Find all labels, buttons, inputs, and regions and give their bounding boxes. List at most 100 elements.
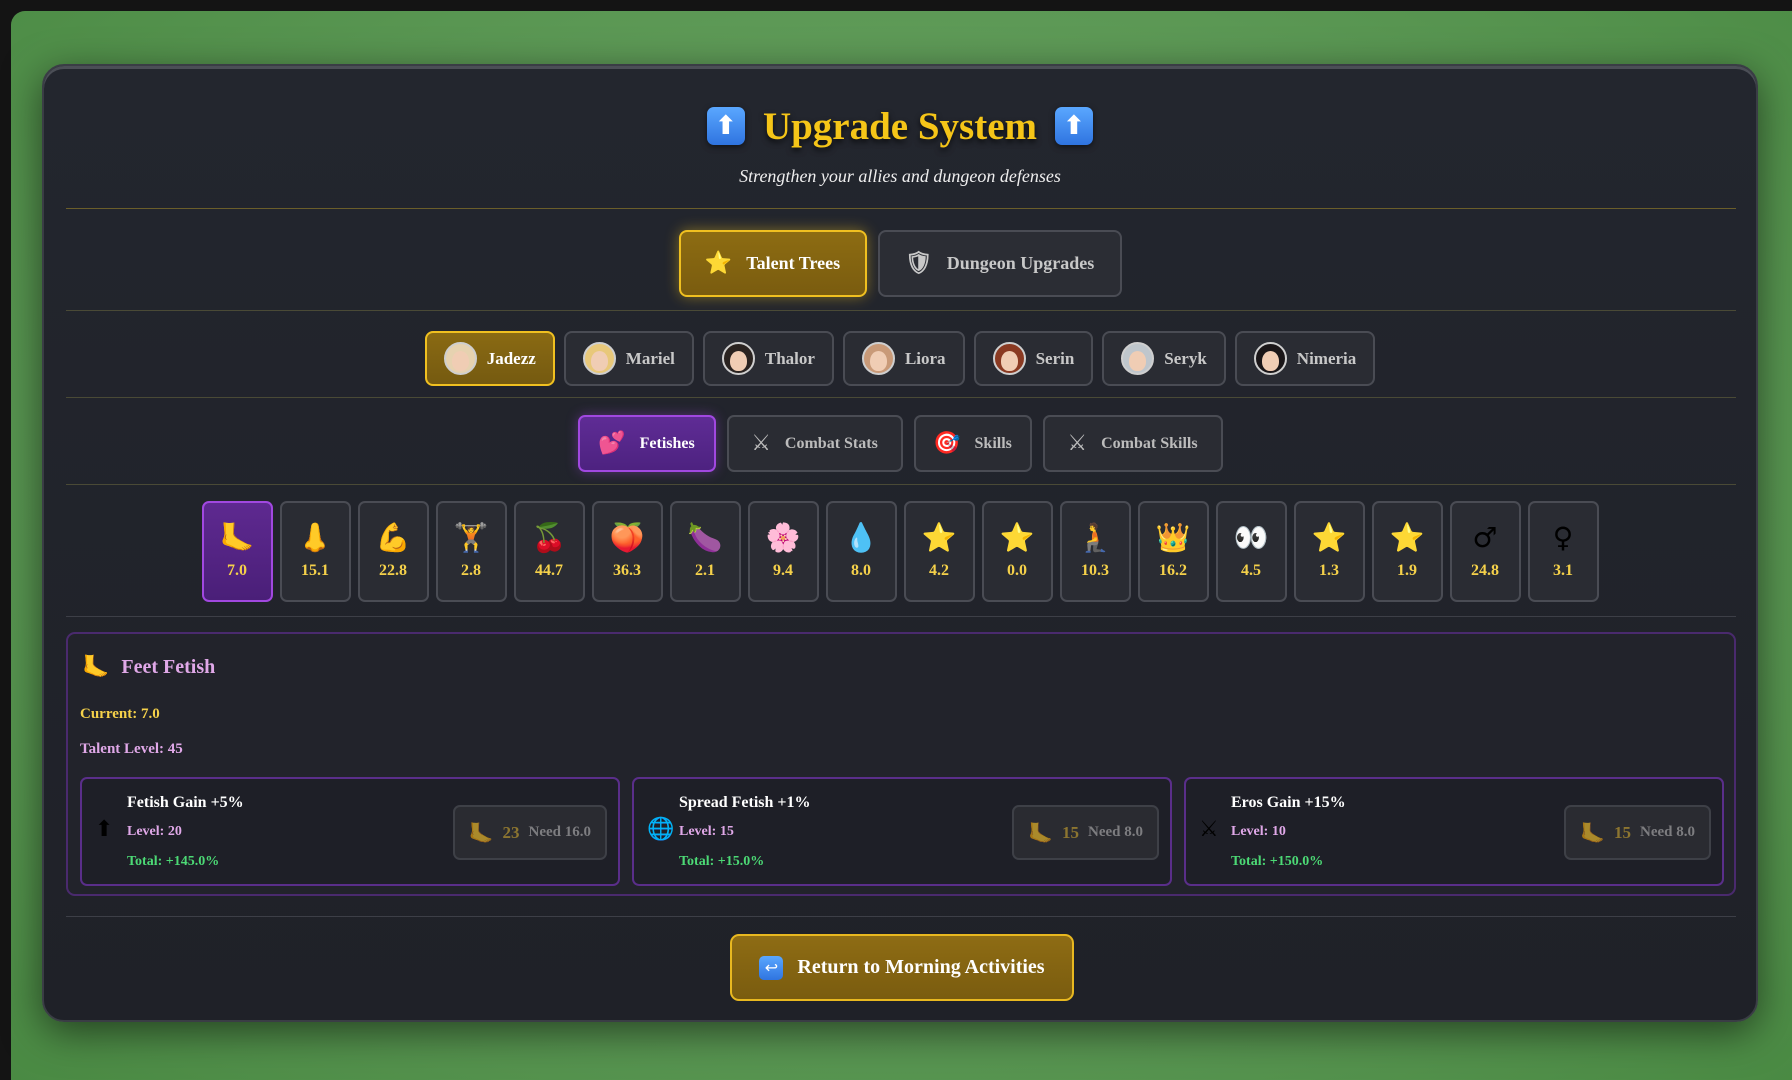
character-name: Thalor <box>764 348 815 368</box>
foot-icon: 🦶 <box>1028 820 1053 845</box>
upgrade-cost: 15 <box>1614 822 1631 842</box>
crossed-swords-icon: ⚔ <box>751 430 771 456</box>
fetish-value: 24.8 <box>1471 561 1499 579</box>
fetish-tile[interactable]: 🍆 2.1 <box>669 501 741 602</box>
upgrade-button[interactable]: 🦶 15 Need 8.0 <box>1564 805 1711 860</box>
character-serin[interactable]: Serin <box>973 331 1094 386</box>
fetish-tile[interactable]: ♂ 24.8 <box>1449 501 1521 602</box>
subtab-combat-skills[interactable]: ⚔ Combat Skills <box>1042 415 1223 472</box>
character-thalor[interactable]: Thalor <box>702 331 834 386</box>
fetish-tile[interactable]: 👑 16.2 <box>1137 501 1209 602</box>
avatar <box>992 342 1026 375</box>
divider <box>66 310 1736 311</box>
character-mariel[interactable]: Mariel <box>563 331 694 386</box>
fetish-tile[interactable]: 🍑 36.3 <box>591 501 663 602</box>
avatar-face <box>451 350 469 371</box>
fetish-tile[interactable]: 👀 4.5 <box>1215 501 1287 602</box>
fetish-tile[interactable]: 🍒 44.7 <box>513 501 585 602</box>
fetish-tile[interactable]: 🌸 9.4 <box>747 501 819 602</box>
fetish-value: 3.1 <box>1553 561 1573 579</box>
fetish-tile[interactable]: ⭐ 1.9 <box>1371 501 1443 602</box>
tab-talent-trees[interactable]: ⭐ Talent Trees <box>678 230 867 297</box>
return-button[interactable]: ↩ Return to Morning Activities <box>730 934 1074 1001</box>
fetish-value: 36.3 <box>613 561 641 579</box>
fetish-tile[interactable]: 🧎 10.3 <box>1059 501 1131 602</box>
subtab-label: Skills <box>974 434 1012 452</box>
fetish-tile[interactable]: ⭐ 0.0 <box>981 501 1053 602</box>
avatar <box>1253 342 1287 375</box>
tab-dungeon-upgrades[interactable]: 🛡 Dungeon Upgrades <box>877 230 1122 297</box>
avatar <box>1121 342 1155 375</box>
character-name: Serin <box>1035 348 1075 368</box>
fetish-value: 4.5 <box>1241 561 1261 579</box>
fetish-value: 16.2 <box>1159 561 1187 579</box>
divider <box>66 916 1736 917</box>
upgrade-button[interactable]: 🦶 15 Need 8.0 <box>1012 805 1159 860</box>
weightlifter-icon: 🏋 <box>453 520 489 554</box>
subtab-label: Combat Stats <box>784 434 878 452</box>
fetish-value: 0.0 <box>1007 561 1027 579</box>
fetish-value: 7.0 <box>227 561 247 579</box>
female-sign-icon: ♀ <box>1552 520 1574 554</box>
divider <box>66 397 1736 398</box>
divider <box>66 208 1736 209</box>
upgrade-level: Level: 20 <box>127 824 182 839</box>
subtab-fetishes[interactable]: 💕 Fetishes <box>577 415 716 472</box>
character-name: Seryk <box>1164 348 1207 368</box>
fetish-tile[interactable]: ⭐ 1.3 <box>1293 501 1365 602</box>
fetish-value: 1.9 <box>1397 561 1417 579</box>
fetish-value: 2.1 <box>695 561 715 579</box>
peach-icon: 🍑 <box>609 520 645 554</box>
avatar-face <box>1129 350 1147 371</box>
upgrade-button[interactable]: 🦶 23 Need 16.0 <box>452 805 607 860</box>
character-liora[interactable]: Liora <box>842 331 965 386</box>
upgrade-total: Total: +150.0% <box>1231 854 1324 869</box>
foot-icon: 🦶 <box>219 520 255 554</box>
return-label: Return to Morning Activities <box>797 956 1045 978</box>
character-jadezz[interactable]: Jadezz <box>424 331 555 386</box>
upgrade-need: Need 8.0 <box>1640 824 1695 840</box>
return-arrow-icon: ↩ <box>759 955 784 980</box>
flower-icon: 🌸 <box>765 520 801 554</box>
detail-title: Feet Fetish <box>121 656 216 678</box>
upgrade-name: Spread Fetish +1% <box>679 794 811 811</box>
avatar <box>861 342 895 375</box>
tab-label: Talent Trees <box>746 253 841 273</box>
up-arrow-icon: ⬆ <box>95 817 114 842</box>
avatar-face <box>590 350 608 371</box>
main-tabs: ⭐ Talent Trees 🛡 Dungeon Upgrades <box>44 230 1756 297</box>
fetish-tile[interactable]: 💪 22.8 <box>357 501 429 602</box>
target-icon: 🎯 <box>933 430 961 456</box>
character-nimeria[interactable]: Nimeria <box>1234 331 1376 386</box>
star-icon: ⭐ <box>1389 520 1425 554</box>
fetish-tile[interactable]: 🦶 7.0 <box>201 501 273 602</box>
crossed-swords-icon: ⚔ <box>1199 817 1219 842</box>
subtab-skills[interactable]: 🎯 Skills <box>913 415 1032 472</box>
character-name: Jadezz <box>486 348 536 368</box>
subtab-combat-stats[interactable]: ⚔ Combat Stats <box>726 415 903 472</box>
current-value: Current: 7.0 <box>80 706 160 722</box>
sub-tabs: 💕 Fetishes ⚔ Combat Stats 🎯 Skills ⚔ Com… <box>44 415 1756 472</box>
eggplant-icon: 🍆 <box>687 520 723 554</box>
fetish-tile[interactable]: 🏋 2.8 <box>435 501 507 602</box>
divider <box>66 616 1736 617</box>
upgrade-panel: ⬆ Upgrade System ⬆ Strengthen your allie… <box>42 64 1758 1022</box>
upgrade-card: Fetish Gain +5% ⬆ Level: 20 Total: +145.0% 🦶… <box>80 777 620 886</box>
detail-header: 🦶 Feet Fetish <box>82 656 215 679</box>
avatar-face <box>1000 350 1018 371</box>
title-row: ⬆ Upgrade System ⬆ <box>44 100 1756 152</box>
nose-icon: 👃 <box>297 520 333 554</box>
fetish-tile[interactable]: ♀ 3.1 <box>1527 501 1599 602</box>
upgrade-card: Spread Fetish +1% 🌐 Level: 15 Total: +15.0%… <box>632 777 1172 886</box>
character-selector: Jadezz Mariel Thalor Liora Serin Seryk Nimeria <box>44 331 1756 386</box>
crown-icon: 👑 <box>1155 520 1191 554</box>
avatar-face <box>729 350 747 371</box>
divider <box>66 484 1736 485</box>
avatar-face <box>869 350 887 371</box>
fetish-tile[interactable]: 💧 8.0 <box>825 501 897 602</box>
upgrade-name: Eros Gain +15% <box>1231 794 1346 811</box>
cherries-icon: 🍒 <box>531 520 567 554</box>
fetish-tile[interactable]: 👃 15.1 <box>279 501 351 602</box>
character-seryk[interactable]: Seryk <box>1102 331 1226 386</box>
fetish-tile[interactable]: ⭐ 4.2 <box>903 501 975 602</box>
